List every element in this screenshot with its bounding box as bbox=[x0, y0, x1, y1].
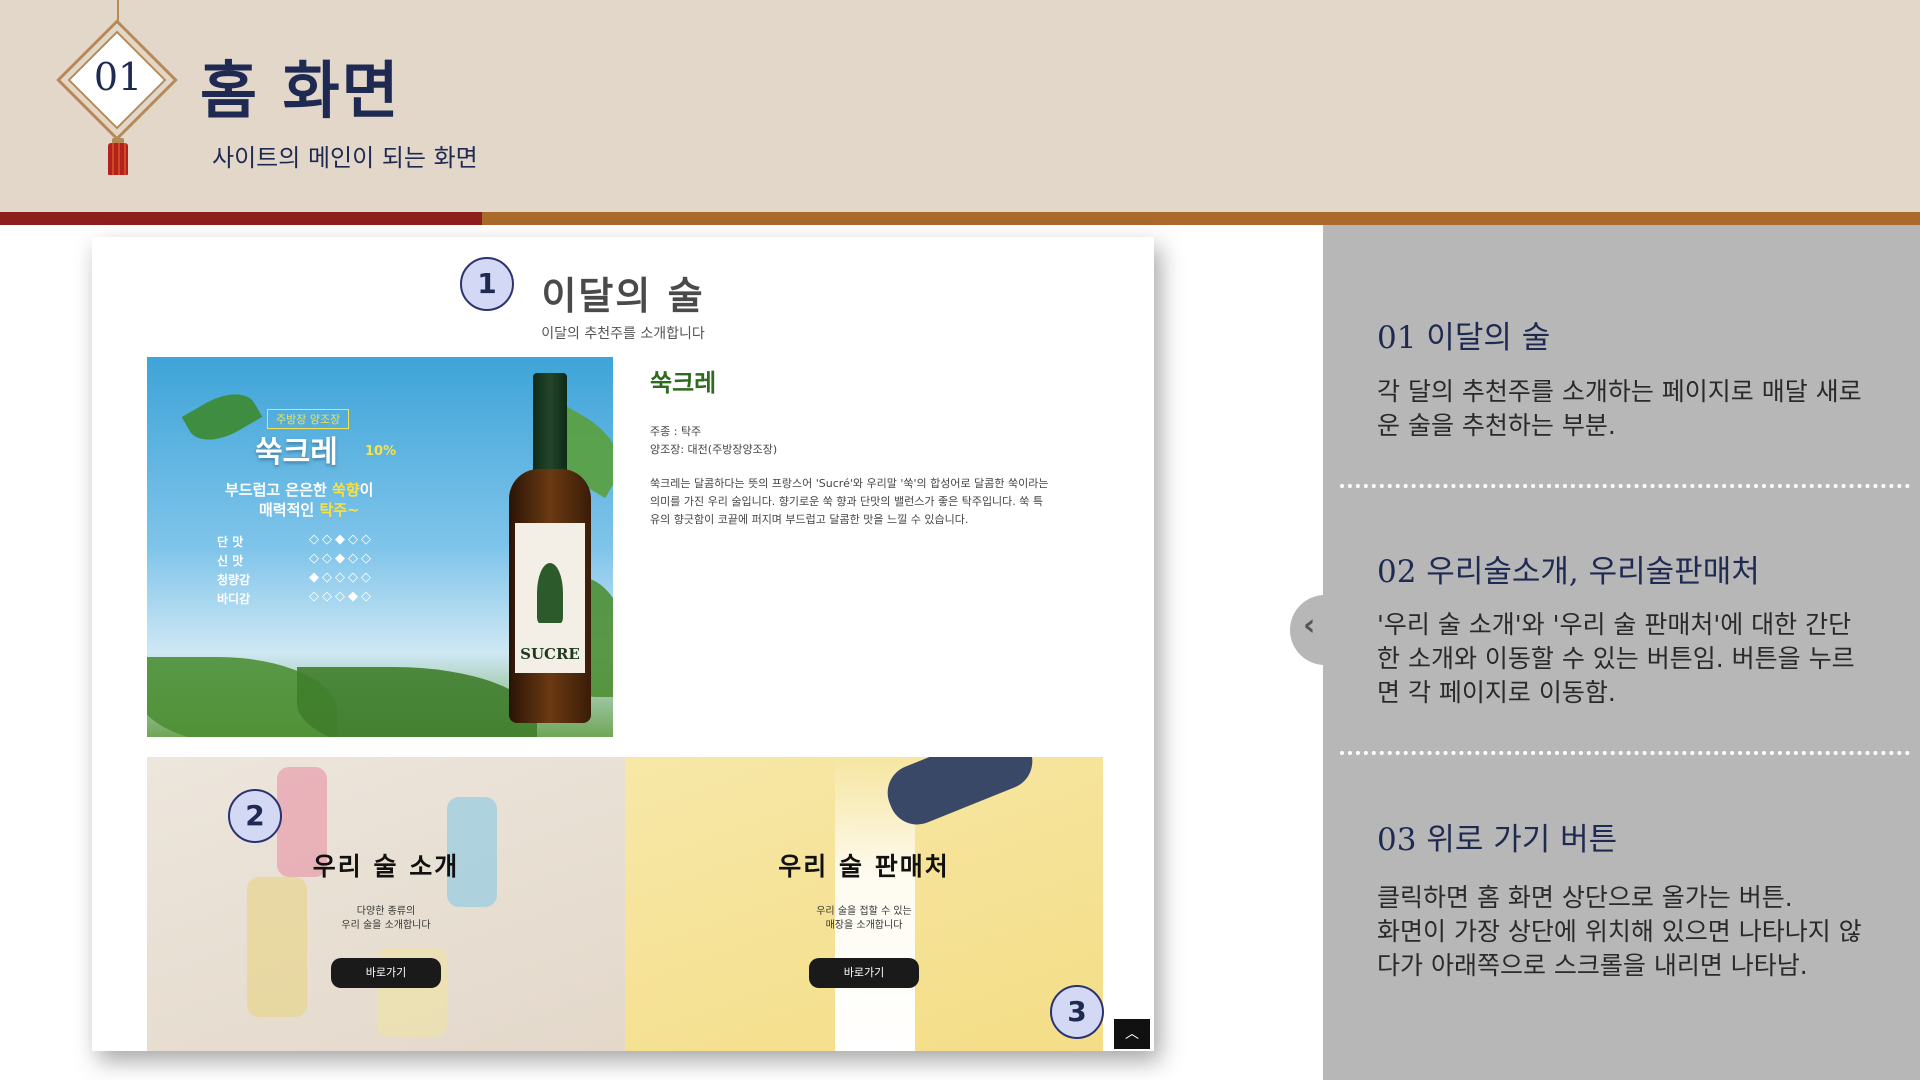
marker-1: 1 bbox=[460, 257, 514, 311]
drink-name: 쑥크레 bbox=[650, 369, 717, 397]
product-copy-line2: 매력적인 탁주~ bbox=[259, 501, 360, 519]
card-intro: 우리 술 소개 다양한 종류의 우리 술을 소개합니다 바로가기 bbox=[147, 757, 625, 1051]
chevron-up-icon: ︿ bbox=[1125, 1026, 1139, 1042]
card-shops-title: 우리 술 판매처 bbox=[778, 852, 950, 881]
taste-scale: ◇◇◆◇◇ bbox=[309, 532, 374, 547]
monthly-drink-subheading: 이달의 추천주를 소개합니다 bbox=[541, 326, 705, 342]
homepage-mockup: 이달의 술 이달의 추천주를 소개합니다 주방장 양조장 쑥크레 10% 부드럽… bbox=[92, 237, 1154, 1051]
desc-title-2: 02 우리술소개, 우리술판매처 bbox=[1377, 554, 1760, 590]
bottle-decoration bbox=[879, 757, 1041, 833]
product-image: 주방장 양조장 쑥크레 10% 부드럽고 은은한 쑥향이 매력적인 탁주~ 단 … bbox=[147, 357, 613, 737]
taste-label: 신 맛 bbox=[217, 554, 244, 568]
bottle-brand: SUCRE bbox=[520, 645, 580, 663]
bottle-decoration bbox=[247, 877, 307, 1017]
drink-type: 주종 : 탁주 bbox=[650, 425, 702, 438]
taste-label: 바디감 bbox=[217, 592, 251, 606]
desc-title-1: 01 이달의 술 bbox=[1377, 320, 1551, 356]
marker-2: 2 bbox=[228, 789, 282, 843]
section-number: 01 bbox=[93, 55, 143, 99]
product-copy-line1: 부드럽고 은은한 쑥향이 bbox=[225, 481, 374, 499]
section-divider bbox=[1340, 484, 1910, 488]
bottle-neck bbox=[533, 373, 567, 483]
section-divider bbox=[1340, 751, 1910, 755]
leaf-decoration bbox=[181, 382, 263, 452]
tassel-icon bbox=[108, 143, 128, 175]
sprig-icon bbox=[537, 563, 563, 623]
taste-scale: ◇◇◆◇◇ bbox=[309, 551, 374, 566]
card-shops: 우리 술 판매처 우리 술을 접할 수 있는 매장을 소개합니다 바로가기 bbox=[625, 757, 1103, 1051]
desc-text-2: '우리 술 소개'와 '우리 술 판매처'에 대한 간단 한 소개와 이동할 수… bbox=[1377, 610, 1855, 707]
divider-bar-red bbox=[0, 212, 482, 225]
desc-text-1: 각 달의 추천주를 소개하는 페이지로 매달 새로 운 술을 추천하는 부분. bbox=[1377, 377, 1862, 440]
page-title: 홈 화면 bbox=[200, 54, 401, 127]
card-shops-desc: 우리 술을 접할 수 있는 매장을 소개합니다 bbox=[816, 906, 912, 931]
scroll-top-button[interactable]: ︿ bbox=[1114, 1019, 1150, 1049]
intro-go-button[interactable]: 바로가기 bbox=[331, 958, 441, 988]
marker-3: 3 bbox=[1050, 985, 1104, 1039]
desc-text-3: 클릭하면 홈 화면 상단으로 올가는 버튼. 화면이 가장 상단에 위치해 있으… bbox=[1377, 883, 1862, 980]
shops-go-button[interactable]: 바로가기 bbox=[809, 958, 919, 988]
card-intro-title: 우리 술 소개 bbox=[312, 852, 460, 881]
drink-info: 주종 : 탁주 양조장: 대전(주방장양조장) bbox=[650, 423, 777, 459]
brewery-badge: 주방장 양조장 bbox=[267, 409, 350, 429]
desc-title-3: 03 위로 가기 버튼 bbox=[1377, 822, 1618, 858]
divider-bar-brown bbox=[482, 212, 1920, 225]
taste-label: 청량감 bbox=[217, 573, 251, 587]
monthly-drink-heading: 이달의 술 bbox=[541, 274, 705, 318]
slide-header: 01 홈 화면 사이트의 메인이 되는 화면 bbox=[0, 0, 1920, 212]
taste-scale: ◆◇◇◇◇ bbox=[309, 570, 374, 585]
drink-brewery: 양조장: 대전(주방장양조장) bbox=[650, 443, 778, 456]
product-image-percent: 10% bbox=[365, 444, 397, 459]
chevron-left-icon[interactable]: ‹ bbox=[1303, 608, 1315, 643]
leaf-decoration bbox=[297, 667, 537, 737]
product-image-name: 쑥크레 bbox=[255, 435, 338, 470]
bottle-image: SUCRE bbox=[509, 373, 591, 723]
taste-scale: ◇◇◇◆◇ bbox=[309, 589, 374, 604]
page-subtitle: 사이트의 메인이 되는 화면 bbox=[212, 144, 478, 172]
card-intro-desc: 다양한 종류의 우리 술을 소개합니다 bbox=[341, 906, 431, 931]
taste-label: 단 맛 bbox=[217, 535, 244, 549]
drink-description: 쑥크레는 달콤하다는 뜻의 프랑스어 'Sucré'와 우리말 '쑥'의 합성어… bbox=[650, 477, 1049, 526]
